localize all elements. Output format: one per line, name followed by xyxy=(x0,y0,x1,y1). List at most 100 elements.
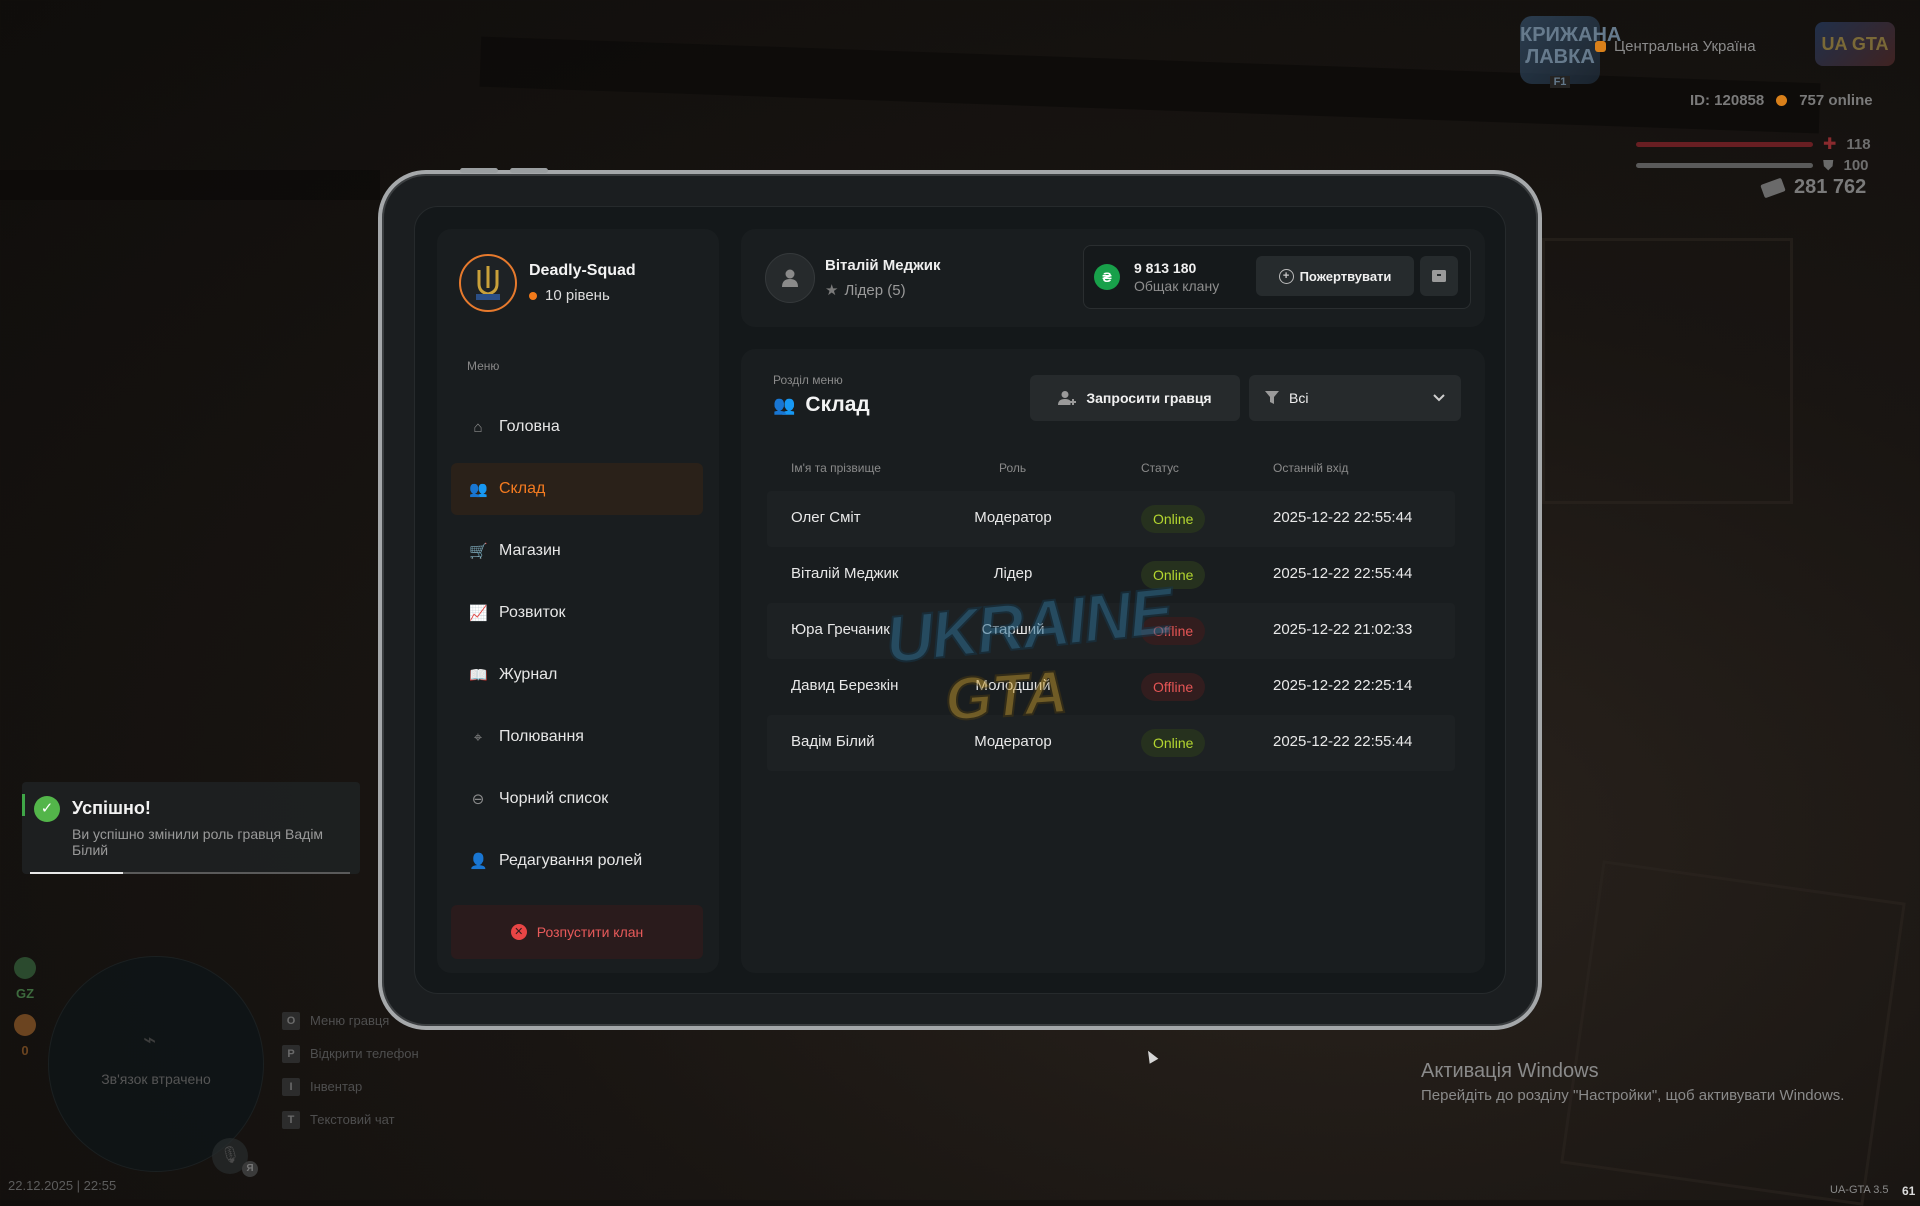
level-dot-icon xyxy=(529,291,537,300)
member-name: Вадім Білий xyxy=(791,733,875,750)
tablet-screen: Deadly-Squad 10 рівень Меню ⌂ Головна 👥 Скл… xyxy=(414,206,1506,994)
clan-bank: ₴ 9 813 180 Общак клану + Пожертвувати xyxy=(1083,245,1471,309)
notification-timer-fill xyxy=(30,872,123,874)
member-last-login: 2025-12-22 22:55:44 xyxy=(1273,733,1413,750)
hint-label: Відкрити телефон xyxy=(310,1046,419,1061)
armor-value: 100 xyxy=(1843,157,1869,174)
game-logo: UA GTA xyxy=(1815,22,1895,66)
sidebar-item-label: Журнал xyxy=(499,666,558,683)
keybind-hint: I Інвентар xyxy=(282,1070,419,1103)
table-header: Ім'я та прізвище Роль Статус Останній вх… xyxy=(767,461,1455,481)
hint-label: Інвентар xyxy=(310,1079,363,1094)
sidebar-item-6[interactable]: ⌖ Полювання xyxy=(451,711,703,763)
sidebar-item-1[interactable]: ⌂ Головна xyxy=(451,401,703,453)
status-badge: Offline xyxy=(1141,673,1206,701)
sidebar-item-label: Полювання xyxy=(499,728,584,745)
member-role: Старший xyxy=(981,621,1045,638)
server-name: Центральна Україна xyxy=(1595,38,1756,55)
members-table: Олег Сміт Модератор Online 2025-12-22 22:55… xyxy=(767,491,1455,771)
success-notification: ✓ Успішно! Ви успішно змінили роль гравц… xyxy=(22,782,360,874)
game-version: UA-GTA 3.5 xyxy=(1830,1184,1889,1196)
background-beam xyxy=(0,170,380,200)
status-badge: Online xyxy=(1141,729,1206,757)
no-signal-icon: ⌁ xyxy=(143,1027,157,1052)
members-panel: Розділ меню 👥 Склад Запросити гравця Всі… xyxy=(741,349,1485,973)
plus-circle-icon: + xyxy=(1278,268,1294,284)
windows-activation: Активація Windows Перейдіть до розділу "… xyxy=(1421,1060,1844,1104)
fps-counter: 61 xyxy=(1902,1184,1916,1198)
sidebar-item-label: Магазин xyxy=(499,542,561,559)
sidebar-item-7[interactable]: ⊖ Чорний список xyxy=(451,773,703,825)
bank-amount: 9 813 180 xyxy=(1134,260,1197,276)
tablet-button xyxy=(510,168,548,173)
online-icon xyxy=(1776,95,1788,106)
filter-icon xyxy=(1265,391,1279,404)
member-role: Модератор xyxy=(974,733,1052,750)
sidebar-item-5[interactable]: 📖 Журнал xyxy=(451,649,703,701)
clan-level: 10 рівень xyxy=(529,287,636,304)
table-row[interactable]: Олег Сміт Модератор Online 2025-12-22 22:55… xyxy=(767,491,1455,547)
clan-header: Deadly-Squad 10 рівень xyxy=(459,254,636,312)
add-user-icon xyxy=(1058,391,1077,405)
key-cap: P xyxy=(282,1044,300,1063)
table-row[interactable]: Віталій Меджик Лідер Online 2025-12-22 22:5… xyxy=(767,547,1455,603)
table-row[interactable]: Давид Березкін Молодший Offline 2025-12-22 … xyxy=(767,659,1455,715)
key-cap: O xyxy=(282,1011,300,1030)
activation-title: Активація Windows xyxy=(1421,1060,1599,1082)
section-caption: Розділ меню xyxy=(773,373,843,387)
thirst-value: 0 xyxy=(21,1043,29,1058)
hunger-icon xyxy=(14,957,36,979)
thirst-icon xyxy=(14,1014,36,1036)
clan-tablet: Deadly-Squad 10 рівень Меню ⌂ Головна 👥 Скл… xyxy=(378,168,1542,1030)
online-count: 757 online xyxy=(1799,92,1873,109)
health-row: ✚ 118 xyxy=(1636,134,1871,154)
check-icon: ✓ xyxy=(34,796,60,822)
crosshair-icon: ⌖ xyxy=(473,728,483,746)
members-icon: 👥 xyxy=(469,481,488,498)
table-row[interactable]: Юра Гречаник Старший Offline 2025-12-22 21:… xyxy=(767,603,1455,659)
invite-player-button[interactable]: Запросити гравця xyxy=(1030,375,1240,421)
key-cap: I xyxy=(282,1077,300,1096)
hryvnia-icon: ₴ xyxy=(1094,264,1120,290)
donate-button[interactable]: + Пожертвувати xyxy=(1256,256,1414,296)
server-flag-icon xyxy=(1595,41,1606,52)
keybind-hint: T Текстовий чат xyxy=(282,1103,419,1136)
money-icon xyxy=(1760,177,1786,198)
player-id: ID: 120858 xyxy=(1690,92,1765,109)
member-role: Лідер xyxy=(993,565,1033,582)
sidebar-item-label: Редагування ролей xyxy=(499,852,643,869)
blocked-icon: ⊖ xyxy=(471,791,485,808)
sidebar-item-label: Склад xyxy=(499,480,546,497)
disband-clan-button[interactable]: ✕ Розпустити клан xyxy=(451,905,703,959)
user-edit-icon: 👤 xyxy=(469,853,488,870)
sidebar-item-2[interactable]: 👥 Склад xyxy=(451,463,703,515)
sidebar-item-4[interactable]: 📈 Розвиток xyxy=(451,587,703,639)
shield-icon: ⛊ xyxy=(1823,157,1834,173)
background-picture-frame xyxy=(1542,238,1793,504)
column-name: Ім'я та прізвище xyxy=(791,461,881,475)
bank-label: Общак клану xyxy=(1134,278,1220,294)
hunger-value: GZ xyxy=(15,986,35,1001)
money-display: 281 762 xyxy=(1760,176,1867,199)
user-role: ★ Лідер (5) xyxy=(825,281,906,300)
sidebar-item-3[interactable]: 🛒 Магазин xyxy=(451,525,703,577)
chart-line-icon: 📈 xyxy=(469,605,488,622)
notification-title: Успішно! xyxy=(72,798,151,818)
table-row[interactable]: Вадім Білий Модератор Online 2025-12-22 22:… xyxy=(767,715,1455,771)
vault-button[interactable] xyxy=(1420,256,1458,296)
chevron-down-icon xyxy=(1433,394,1445,402)
status-filter-dropdown[interactable]: Всі xyxy=(1249,375,1461,421)
page-title: 👥 Склад xyxy=(773,393,870,416)
notification-timer xyxy=(30,872,350,874)
close-icon: ✕ xyxy=(510,924,527,940)
sidebar-item-8[interactable]: 👤 Редагування ролей xyxy=(451,835,703,887)
member-last-login: 2025-12-22 22:25:14 xyxy=(1273,677,1413,694)
money-value: 281 762 xyxy=(1794,176,1867,198)
status-badge: Online xyxy=(1141,505,1206,533)
health-value: 118 xyxy=(1846,135,1871,153)
member-last-login: 2025-12-22 21:02:33 xyxy=(1273,621,1413,638)
members-icon: 👥 xyxy=(773,394,796,415)
star-icon: ★ xyxy=(825,282,839,299)
armor-bar xyxy=(1636,163,1813,168)
vault-icon xyxy=(1432,270,1446,282)
